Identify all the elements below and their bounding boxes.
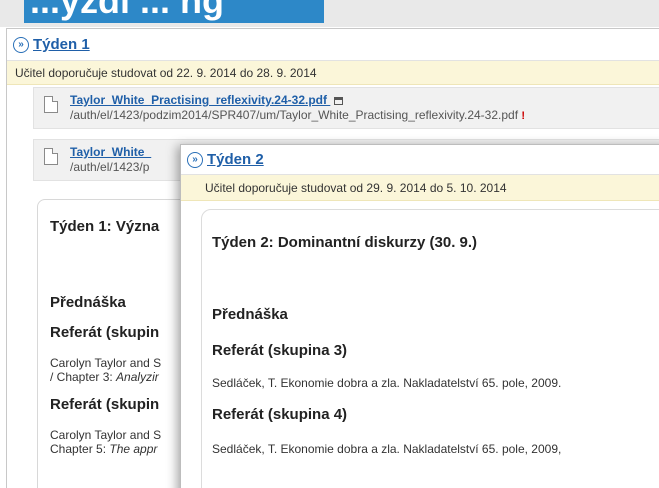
document-icon bbox=[44, 96, 58, 113]
referat-heading: Referát (skupina 4) bbox=[212, 406, 348, 423]
popup-window-icon[interactable] bbox=[334, 96, 344, 105]
week2-header: » Týden 2 bbox=[181, 145, 659, 175]
red-marker-icon: ! bbox=[521, 110, 526, 122]
reference-prefix: / Chapter 3: bbox=[50, 370, 117, 384]
week2-title-link[interactable]: Týden 2 bbox=[207, 151, 264, 168]
reference-line: Sedláček, T. Ekonomie dobra a zla. Nakla… bbox=[212, 442, 562, 456]
reference-line: / Chapter 3: Analyzir bbox=[50, 370, 159, 384]
week2-content-card: Týden 2: Dominantní diskurzy (30. 9.) Př… bbox=[201, 209, 659, 488]
referat-heading: Referát (skupina 3) bbox=[212, 342, 348, 359]
lecture-heading: Přednáška bbox=[50, 294, 126, 311]
top-heading-fragment: ...yzdi ... ng bbox=[24, 0, 324, 23]
reference-italic: Analyzir bbox=[116, 370, 159, 384]
week-toggle-icon[interactable]: » bbox=[13, 36, 29, 53]
reference-line: Carolyn Taylor and S bbox=[50, 356, 162, 370]
file-path: /auth/el/1423/podzim2014/SPR407/um/Taylo… bbox=[70, 108, 525, 122]
referat-heading: Referát (skupin bbox=[50, 396, 160, 413]
week2-study-note: Učitel doporučuje studovat od 29. 9. 201… bbox=[181, 175, 659, 201]
lecture-heading: Přednáška bbox=[212, 306, 288, 323]
file-link[interactable]: Taylor_White_Practising_reflexivity.24-3… bbox=[70, 93, 344, 107]
file-item: Taylor_White_Practising_reflexivity.24-3… bbox=[33, 87, 659, 129]
week1-study-note: Učitel doporučuje studovat od 22. 9. 201… bbox=[7, 61, 659, 85]
week1-header: » Týden 1 bbox=[7, 29, 659, 61]
file-path-text: /auth/el/1423/podzim2014/SPR407/um/Taylo… bbox=[70, 108, 519, 122]
week1-title-link[interactable]: Týden 1 bbox=[33, 36, 90, 53]
reference-line: Chapter 5: The appr bbox=[50, 442, 157, 456]
reference-italic: The appr bbox=[109, 442, 158, 456]
file-name[interactable]: Taylor_White_Practising_reflexivity.24-3… bbox=[70, 93, 327, 107]
week2-card-title: Týden 2: Dominantní diskurzy (30. 9.) bbox=[212, 234, 478, 251]
top-strip: ...yzdi ... ng bbox=[0, 0, 659, 27]
week1-card-title: Týden 1: Význa bbox=[50, 218, 160, 235]
referat-heading: Referát (skupin bbox=[50, 324, 160, 341]
reference-line: Carolyn Taylor and S bbox=[50, 428, 162, 442]
file-link[interactable]: Taylor_White_ bbox=[70, 145, 151, 159]
reference-prefix: Chapter 5: bbox=[50, 442, 110, 456]
file-path: /auth/el/1423/p bbox=[70, 160, 150, 174]
week-toggle-icon[interactable]: » bbox=[187, 151, 203, 168]
document-icon bbox=[44, 148, 58, 165]
reference-line: Sedláček, T. Ekonomie dobra a zla. Nakla… bbox=[212, 376, 562, 390]
week2-panel: » Týden 2 Učitel doporučuje studovat od … bbox=[180, 144, 659, 488]
